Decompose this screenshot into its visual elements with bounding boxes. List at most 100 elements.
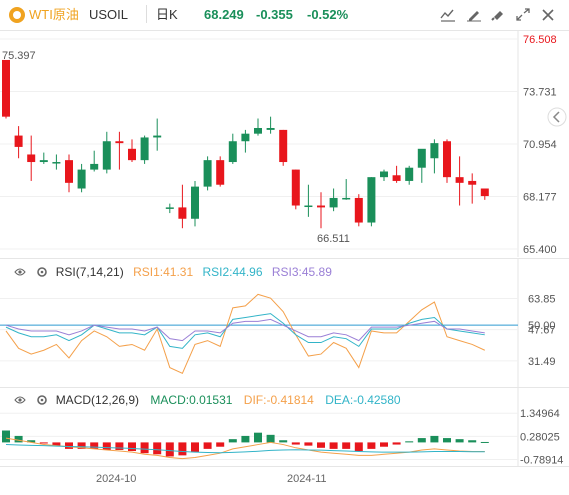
macd-bar bbox=[65, 442, 73, 449]
header-divider bbox=[146, 5, 147, 23]
rsi3-value: RSI3:45.89 bbox=[271, 264, 332, 279]
candle-body bbox=[392, 175, 401, 181]
candle-body bbox=[140, 137, 149, 161]
macd-bar bbox=[380, 442, 388, 447]
macd-bar bbox=[291, 442, 300, 445]
macd-bar bbox=[241, 435, 250, 443]
macd-bar bbox=[304, 442, 313, 446]
rsi-header: RSI(7,14,21) RSI1:41.31 RSI2:44.96 RSI3:… bbox=[14, 264, 332, 279]
macd-bar bbox=[342, 442, 351, 449]
last-price: 68.249 bbox=[204, 7, 244, 22]
macd-bar bbox=[317, 442, 325, 448]
candle-body bbox=[254, 128, 262, 134]
rsi-title: RSI(7,14,21) bbox=[55, 264, 124, 279]
macd-bar bbox=[2, 430, 10, 443]
macd-bar bbox=[480, 441, 489, 443]
macd-bar bbox=[417, 438, 426, 443]
rsi-axis-tick: 63.85 bbox=[528, 293, 556, 305]
eye-icon[interactable] bbox=[14, 266, 26, 278]
macd-bar bbox=[14, 435, 23, 443]
candle-body bbox=[405, 167, 414, 181]
candle-body bbox=[77, 169, 86, 189]
macd-bar bbox=[178, 442, 187, 456]
candle-body bbox=[455, 177, 464, 183]
macd-bar bbox=[191, 442, 199, 453]
candlestick-chart[interactable]: 76.508 73.731 70.954 68.177 65.400 75.397 66… bbox=[0, 31, 569, 257]
candle-body bbox=[317, 205, 325, 208]
macd-bar bbox=[329, 442, 338, 449]
candle-body bbox=[443, 141, 451, 178]
price-axis-tick: 73.731 bbox=[523, 87, 557, 99]
interval-selector[interactable]: 日K bbox=[156, 7, 178, 23]
candle-body bbox=[65, 160, 73, 183]
symbol-logo bbox=[8, 6, 26, 28]
macd-bar bbox=[102, 442, 111, 450]
rsi1-line bbox=[5, 293, 486, 375]
macd-value: MACD:0.01531 bbox=[150, 392, 233, 407]
time-axis: 2024-10 2024-11 bbox=[0, 466, 569, 490]
symbol-name[interactable]: WTI原油 bbox=[29, 7, 79, 23]
macd-bar bbox=[468, 440, 477, 443]
macd-bar bbox=[367, 442, 376, 449]
fullscreen-icon[interactable] bbox=[515, 8, 531, 22]
candle-body bbox=[165, 207, 174, 209]
macd-bar bbox=[455, 439, 464, 443]
close-icon[interactable] bbox=[540, 8, 556, 22]
macd-bar bbox=[392, 442, 401, 445]
candle-body bbox=[102, 141, 111, 170]
macd-bar bbox=[405, 441, 414, 443]
price-pane[interactable]: 76.508 73.731 70.954 68.177 65.400 75.397 66… bbox=[0, 31, 569, 257]
candle-body bbox=[2, 59, 10, 117]
candle-body bbox=[178, 207, 187, 219]
symbol-code[interactable]: USOIL bbox=[89, 7, 128, 23]
macd-bar bbox=[266, 434, 275, 443]
price-axis-tick: 65.400 bbox=[523, 244, 557, 256]
rsi2-value: RSI2:44.96 bbox=[202, 264, 263, 279]
candle-body bbox=[380, 171, 388, 178]
macd-bar bbox=[430, 435, 439, 443]
rsi-axis-tick: 47.67 bbox=[528, 325, 556, 337]
candle-body bbox=[52, 162, 61, 164]
macd-bar bbox=[115, 442, 124, 450]
price-axis-tick: 68.177 bbox=[523, 192, 557, 204]
settings-icon[interactable] bbox=[36, 266, 48, 278]
brush-icon[interactable] bbox=[490, 8, 506, 22]
candle-body bbox=[266, 128, 275, 130]
price-axis-tick: 76.508 bbox=[523, 34, 557, 46]
candle-body bbox=[228, 141, 237, 163]
dif-value: DIF:-0.41814 bbox=[243, 392, 314, 407]
chart-header: WTI原油 USOIL 日K 68.249 -0.355 -0.52% bbox=[0, 0, 569, 31]
candle-body bbox=[27, 154, 36, 163]
macd-bar bbox=[216, 442, 225, 447]
settings-icon[interactable] bbox=[36, 394, 48, 406]
candle-body bbox=[354, 197, 363, 223]
macd-pane[interactable]: MACD(12,26,9) MACD:0.01531 DIF:-0.41814 … bbox=[0, 387, 569, 466]
macd-title: MACD(12,26,9) bbox=[55, 392, 140, 407]
candle-body bbox=[329, 197, 338, 208]
macd-bar bbox=[279, 440, 288, 443]
candle-body bbox=[480, 188, 489, 197]
eye-icon[interactable] bbox=[14, 394, 26, 406]
rsi2-line bbox=[5, 313, 485, 349]
candle-body bbox=[468, 180, 477, 185]
drawing-icon[interactable] bbox=[466, 8, 482, 22]
period-low-label: 66.511 bbox=[317, 233, 350, 245]
candle-body bbox=[304, 205, 313, 208]
candle-body bbox=[14, 135, 23, 147]
macd-header: MACD(12,26,9) MACD:0.01531 DIF:-0.41814 … bbox=[14, 392, 401, 407]
macd-bar bbox=[443, 438, 451, 443]
rsi-pane[interactable]: RSI(7,14,21) RSI1:41.31 RSI2:44.96 RSI3:… bbox=[0, 258, 569, 387]
candle-body bbox=[342, 197, 351, 200]
candle-body bbox=[367, 177, 376, 223]
candle-body bbox=[39, 160, 48, 163]
macd-axis-tick: 1.34964 bbox=[520, 408, 560, 420]
candle-body bbox=[291, 169, 300, 206]
dea-value: DEA:-0.42580 bbox=[325, 392, 401, 407]
macd-bar bbox=[354, 442, 363, 452]
chevron-left-icon[interactable] bbox=[547, 107, 567, 127]
period-high-label: 75.397 bbox=[2, 50, 36, 62]
indicator-icon[interactable] bbox=[440, 8, 456, 22]
macd-bar bbox=[140, 442, 149, 454]
candle-body bbox=[203, 160, 212, 187]
candle-body bbox=[153, 135, 162, 138]
